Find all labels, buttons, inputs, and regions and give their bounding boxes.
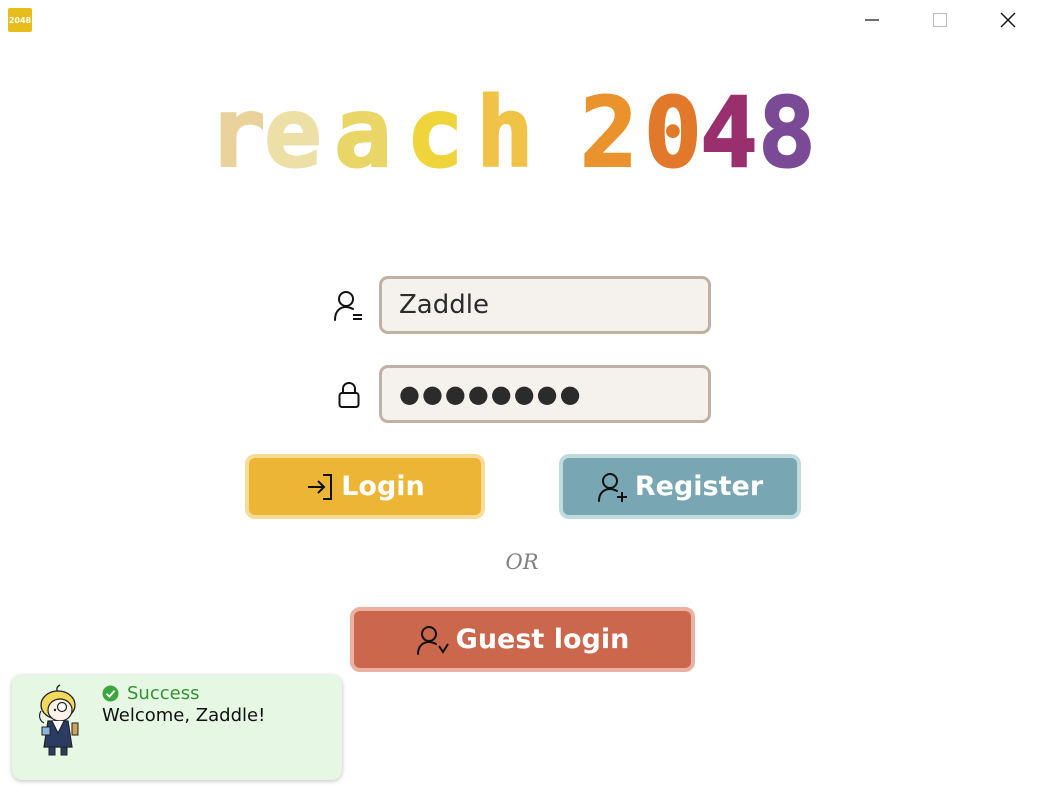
check-circle-icon [102, 685, 119, 702]
maximize-button[interactable] [906, 0, 974, 40]
login-button[interactable]: Login [245, 454, 485, 519]
logo-letter: 8 [758, 80, 816, 180]
minimize-button[interactable] [838, 0, 906, 40]
logo-letter: a [334, 80, 392, 180]
register-label: Register [634, 471, 764, 502]
close-button[interactable] [974, 0, 1042, 40]
password-input[interactable] [379, 365, 711, 423]
logo-letter: c [406, 80, 464, 180]
toast-title-row: Success [102, 683, 199, 704]
success-toast: Success Welcome, Zaddle! [12, 675, 342, 780]
toast-title: Success [127, 683, 200, 704]
add-user-icon [597, 472, 627, 502]
maximize-icon [932, 12, 948, 28]
app-icon: 2048 [8, 8, 32, 32]
guest-user-icon [416, 625, 449, 655]
guest-login-button[interactable]: Guest login [350, 607, 695, 672]
app-icon-label: 2048 [8, 15, 32, 25]
logo-letter: h [476, 80, 534, 180]
logo-letter: e [264, 80, 322, 180]
logo-letter: r [208, 80, 266, 180]
close-icon [1000, 12, 1016, 28]
guest-login-label: Guest login [455, 624, 630, 655]
register-button[interactable]: Register [559, 454, 801, 519]
username-input[interactable] [379, 276, 711, 334]
user-icon [334, 291, 362, 321]
chibi-avatar [38, 684, 79, 756]
minimize-icon [865, 19, 879, 21]
lock-icon [338, 381, 360, 408]
or-separator: OR [505, 550, 539, 574]
logo-letter: 4 [700, 80, 758, 180]
logo-letter: 2 [580, 80, 638, 180]
toast-message: Welcome, Zaddle! [102, 705, 266, 726]
logo-letter: 0 [644, 80, 702, 180]
logo: re a c h 2 04 8 [207, 80, 817, 180]
login-label: Login [341, 471, 425, 502]
login-arrow-icon [308, 473, 333, 500]
